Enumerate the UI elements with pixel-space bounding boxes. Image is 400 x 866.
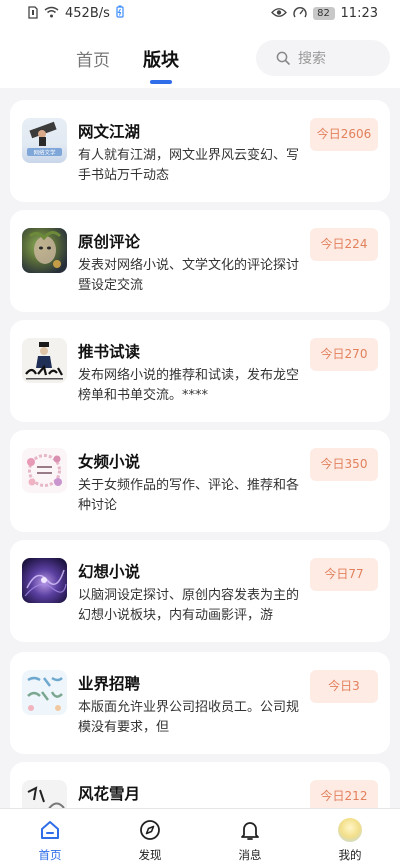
board-title: 幻想小说 xyxy=(78,563,141,581)
nav-discover[interactable]: 发现 xyxy=(100,809,200,866)
today-count-badge: 今日224 xyxy=(310,228,378,261)
top-header: 首页 版块 搜索 xyxy=(0,26,400,88)
nav-profile[interactable]: 我的 xyxy=(300,809,400,866)
avatar xyxy=(338,817,362,843)
home-icon xyxy=(39,817,61,843)
bell-icon xyxy=(239,817,261,843)
charging-icon xyxy=(116,5,124,21)
tab-boards[interactable]: 版块 xyxy=(143,46,179,72)
bottom-nav: 首页 发现 消息 我的 xyxy=(0,808,400,866)
board-title: 风花雪月 xyxy=(78,785,141,803)
sim-icon xyxy=(28,5,38,21)
search-placeholder: 搜索 xyxy=(298,51,326,67)
board-description: 关于女频作品的写作、评论、推荐和各种讨论 xyxy=(78,478,300,513)
board-description: 发布网络小说的推荐和试读，发布龙空榜单和书单交流。**** xyxy=(78,368,300,403)
board-title: 业界招聘 xyxy=(78,675,141,693)
nav-label-messages: 消息 xyxy=(238,848,262,862)
network-speed: 452B/s xyxy=(65,5,110,21)
compass-icon xyxy=(139,817,161,843)
board-card-tuishu[interactable]: 推书试读 发布网络小说的推荐和试读，发布龙空榜单和书单交流。**** 今日270 xyxy=(10,320,390,422)
nav-home[interactable]: 首页 xyxy=(0,809,100,866)
board-card-huanxiang[interactable]: 幻想小说 以脑洞设定探讨、原创内容发表为主的幻想小说板块，内有动画影评，游 今日… xyxy=(10,540,390,642)
nav-label-profile: 我的 xyxy=(338,848,362,862)
speedometer-icon xyxy=(292,6,307,21)
active-tab-indicator xyxy=(150,80,172,84)
nav-label-discover: 发现 xyxy=(138,848,162,862)
board-description: 有人就有江湖，网文业界风云变幻、写手书站万千动态 xyxy=(78,148,300,183)
clock: 11:23 xyxy=(340,5,378,21)
board-description: 本版面允许业界公司招收员工。公司规模没有要求，但 xyxy=(78,700,300,735)
today-count-badge: 今日2606 xyxy=(310,118,378,151)
board-card-yuanchuang[interactable]: 原创评论 发表对网络小说、文学文化的评论探讨暨设定交流 今日224 xyxy=(10,210,390,312)
svg-text:网络文学: 网络文学 xyxy=(33,149,56,157)
board-title: 原创评论 xyxy=(78,233,141,251)
recruit-thumbnail xyxy=(22,670,67,715)
board-description: 发表对网络小说、文学文化的评论探讨暨设定交流 xyxy=(78,258,300,293)
search-icon xyxy=(276,51,290,65)
today-count-badge: 今日350 xyxy=(310,448,378,481)
search-input[interactable]: 搜索 xyxy=(256,40,390,76)
wifi-icon xyxy=(44,6,59,20)
flower-wreath-thumbnail xyxy=(22,448,67,493)
eye-icon xyxy=(270,7,287,20)
nav-messages[interactable]: 消息 xyxy=(200,809,300,866)
today-count-badge: 今日3 xyxy=(310,670,378,703)
board-card-wangwen[interactable]: 网络文学 网文江湖 有人就有江湖，网文业界风云变幻、写手书站万千动态 今日260… xyxy=(10,100,390,202)
status-left: 452B/s xyxy=(28,5,124,21)
board-card-nvpin[interactable]: 女频小说 关于女频作品的写作、评论、推荐和各种讨论 今日350 xyxy=(10,430,390,532)
battery-level: 82 xyxy=(312,6,335,20)
wenxue-thumbnail: 网络文学 xyxy=(22,118,67,163)
status-right: 82 11:23 xyxy=(270,5,378,21)
board-title: 女频小说 xyxy=(78,453,141,471)
board-card-zhaopin[interactable]: 业界招聘 本版面允许业界公司招收员工。公司规模没有要求，但 今日3 xyxy=(10,652,390,754)
board-title: 网文江湖 xyxy=(78,123,141,141)
tab-home[interactable]: 首页 xyxy=(76,46,110,71)
today-count-badge: 今日77 xyxy=(310,558,378,591)
board-description: 以脑洞设定探讨、原创内容发表为主的幻想小说板块，内有动画影评，游 xyxy=(78,588,300,623)
nav-label-home: 首页 xyxy=(38,848,62,862)
today-count-badge: 今日270 xyxy=(310,338,378,371)
fantasy-portrait-thumbnail xyxy=(22,228,67,273)
purple-nebula-thumbnail xyxy=(22,558,67,603)
status-bar: 452B/s 82 11:23 xyxy=(0,0,400,26)
board-title: 推书试读 xyxy=(78,343,141,361)
calligraphy-thumbnail xyxy=(22,338,67,383)
